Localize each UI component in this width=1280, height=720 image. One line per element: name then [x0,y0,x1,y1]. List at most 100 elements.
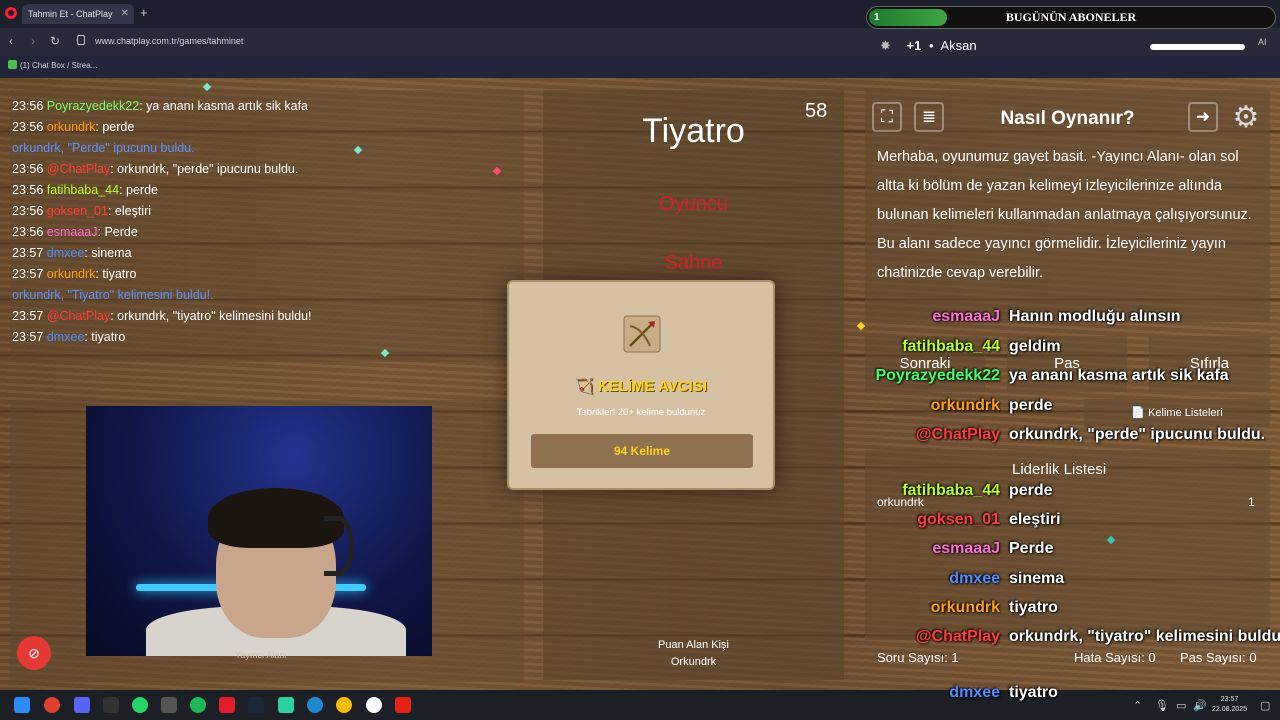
bookmarks-bar: (1) Chat Box / Strea... [0,56,1280,78]
chat-user[interactable]: orkundrk [47,120,96,134]
app-icon[interactable] [103,697,119,713]
chat-message: 23:56 orkundrk: perde [12,117,522,138]
achievement-popup: 🏹 KELİME AVCISI Tebrikler! 20+ kelime bu… [507,280,775,490]
edge-icon[interactable] [307,697,323,713]
chat-text: : eleştiri [107,204,152,218]
overlay-chat-message: dmxee tiyatro [838,684,1270,708]
chat-user[interactable]: goksen_01 [47,204,108,218]
chat-message: 23:56 @ChatPlay: orkundrk, "perde" ipucu… [12,159,522,180]
overlay-chat-message: fatihbaba_44 perde [838,482,1270,506]
new-tab-icon[interactable]: + [140,5,148,20]
overlay-chat-text: perde [1009,482,1053,499]
overlay-chat-user: orkundrk [930,599,1000,616]
app-icon[interactable] [278,697,294,713]
headset-icon [324,516,354,576]
how-to-play-title: Nasıl Oynanır? [1000,108,1135,129]
overlay-chat-message: fatihbaba_44 geldim [838,338,1270,362]
overlay-chat-message: orkundrk perde [838,397,1270,421]
youtube-icon[interactable] [395,697,411,713]
chat-user[interactable]: orkundrk [47,267,96,281]
chat-message: 23:56 Poyrazyedekk22: ya ananı kasma art… [12,96,522,117]
chat-time: 23:56 [12,204,44,218]
chat-time: 23:56 [12,183,44,197]
record-icon[interactable]: ⊘ [17,636,51,670]
chat-time: 23:56 [12,162,44,176]
target-word: Tiyatro [642,112,745,150]
overlay-chat-text: Hanın modluğu alınsın [1009,308,1181,325]
subscribers-title: BUGÜNÜN ABONELER [1005,10,1137,24]
chat-box-icon [8,60,17,69]
streamer-area-label: Yayıncı Alanı [235,650,287,660]
forbidden-word: Sahne [664,252,723,274]
webcam-feed [86,406,432,656]
overlay-chat-text: eleştiri [1009,511,1061,528]
bow-arrow-icon [623,315,661,353]
overlay-chat-text: ya ananı kasma artık sik kafa [1009,367,1229,384]
chat-time: 23:57 [12,330,44,344]
accent-row: ✸ +1 • Aksan [880,38,977,58]
overlay-chat-text: orkundrk, "perde" ipucunu buldu. [1009,426,1266,443]
overlay-chat-user: esmaaaJ [932,540,1000,557]
overlay-chat-user: orkundrk [930,397,1000,414]
how-to-play-text: Merhaba, oyunumuz gayet basit. -Yayıncı … [877,149,1252,281]
chat-user[interactable]: esmaaaJ [47,225,98,239]
overlay-chat-user: goksen_01 [917,511,1000,528]
opera-logo-icon[interactable] [5,7,17,19]
chat-text: : tiyatro [95,267,137,281]
chat-text: : ya ananı kasma artık sik kafa [139,99,309,113]
yandex-icon[interactable] [366,697,382,713]
url-field[interactable]: www.chatplay.com.tr/games/tahminet [95,36,243,46]
overlay-chat-message: esmaaaJ Perde [838,540,1270,564]
accent-slider[interactable] [1150,44,1245,50]
question-count: Soru Sayısı: 1 [877,650,959,665]
subscribers-bar: 1 BUGÜNÜN ABONELER [866,6,1276,29]
forward-icon[interactable]: › [31,34,35,48]
overlay-chat-text: geldim [1009,338,1061,355]
spotify-icon[interactable] [190,697,206,713]
error-count: Hata Sayısı: 0 [1074,650,1156,665]
chat-user[interactable]: dmxee [47,246,85,260]
opera-taskbar-icon[interactable] [44,697,60,713]
chat-user[interactable]: @ChatPlay [47,162,110,176]
spider-icon: ✸ [880,38,891,53]
overlay-chat-user: esmaaaJ [932,308,1000,325]
chat-text: : tiyatro [84,330,126,344]
chat-user[interactable]: dmxee [47,330,85,344]
chat-time: 23:56 [12,225,44,239]
overlay-chat-user: Poyrazyedekk22 [875,367,1000,384]
back-icon[interactable]: ‹ [9,34,13,48]
overlay-chat-user: fatihbaba_44 [902,338,1000,355]
word-count-badge: 94 Kelime [531,434,753,468]
app-icon[interactable] [219,697,235,713]
close-tab-icon[interactable]: ✕ [121,4,129,24]
windows-start-icon[interactable] [14,697,30,713]
achievement-title: 🏹 KELİME AVCISI [574,378,708,395]
steam-icon[interactable] [248,697,264,713]
overlay-chat-message: Poyrazyedekk22 ya ananı kasma artık sik k… [838,367,1270,391]
chat-user[interactable]: @ChatPlay [47,309,110,323]
chat-message: 23:56 goksen_01: eleştiri [12,201,522,222]
overlay-chat-text: sinema [1009,570,1065,587]
reload-icon[interactable]: ↻ [50,34,60,48]
dot-separator: • [928,38,934,53]
whatsapp-icon[interactable] [132,697,148,713]
app-icon[interactable] [161,697,177,713]
overlay-chat-text: tiyatro [1009,599,1058,616]
accent-plus: +1 [906,38,922,53]
chrome-icon[interactable] [336,697,352,713]
bookmark-item[interactable]: (1) Chat Box / Strea... [8,60,97,70]
chat-time: 23:57 [12,267,44,281]
chat-text: : perde [119,183,158,197]
chat-log: 23:56 Poyrazyedekk22: ya ananı kasma art… [12,96,522,358]
lock-icon [77,35,85,45]
chat-user[interactable]: fatihbaba_44 [47,183,119,197]
chat-time: 23:57 [12,246,44,260]
chat-user[interactable]: Poyrazyedekk22 [47,99,139,113]
discord-icon[interactable] [74,697,90,713]
chat-time: 23:57 [12,309,44,323]
chat-text: : sinema [84,246,132,260]
overlay-chat-text: tiyatro [1009,684,1058,701]
browser-tab[interactable]: Tahmin Et - ChatPlay ✕ [22,4,134,24]
overlay-chat-message: orkundrk tiyatro [838,599,1270,623]
overlay-chat-user: dmxee [949,684,1000,701]
